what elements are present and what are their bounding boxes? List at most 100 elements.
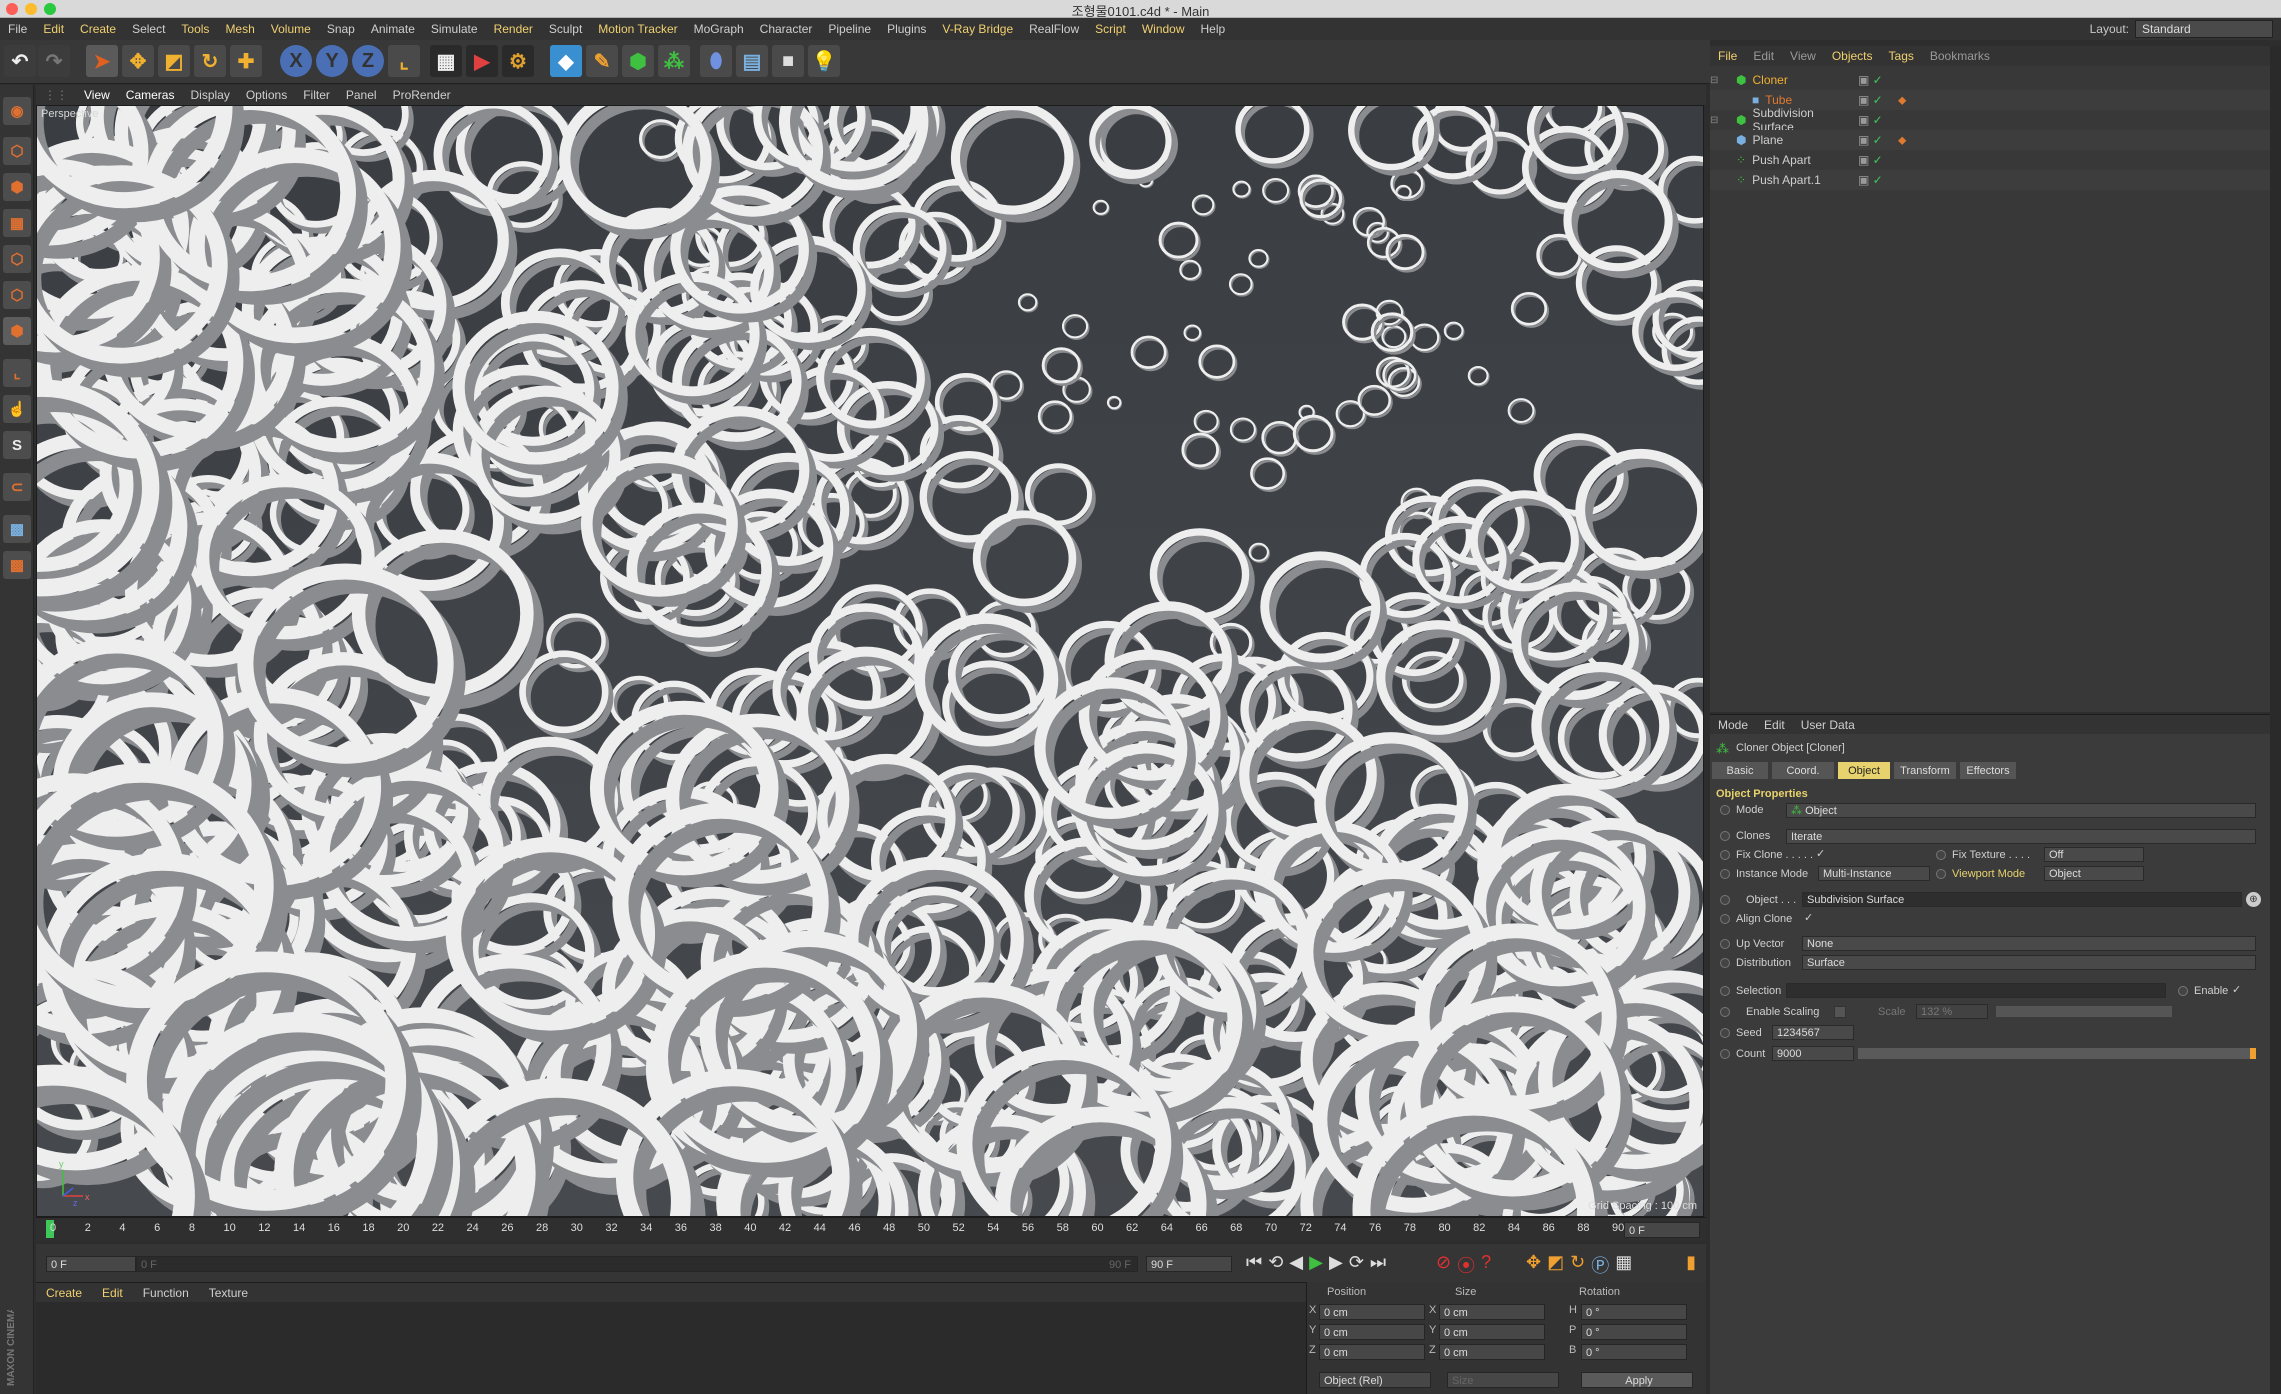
tab-basic[interactable]: Basic bbox=[1712, 762, 1768, 779]
previous-key-icon[interactable]: ⟲ bbox=[1268, 1252, 1283, 1273]
next-key-icon[interactable]: ⟳ bbox=[1349, 1252, 1364, 1273]
key-scale-icon[interactable]: ◩ bbox=[1547, 1252, 1564, 1278]
menu-character[interactable]: Character bbox=[752, 22, 821, 36]
clones-radio[interactable] bbox=[1720, 831, 1730, 841]
menu-animate[interactable]: Animate bbox=[363, 22, 423, 36]
next-frame-icon[interactable]: ▶ bbox=[1329, 1252, 1343, 1273]
tab-effectors[interactable]: Effectors bbox=[1960, 762, 2016, 779]
menu-mesh[interactable]: Mesh bbox=[217, 22, 262, 36]
key-pla-icon[interactable]: ▦ bbox=[1615, 1252, 1632, 1278]
selection-field[interactable] bbox=[1786, 983, 2166, 998]
material-menu-edit[interactable]: Edit bbox=[92, 1286, 133, 1300]
pen-icon[interactable]: ✎ bbox=[586, 45, 618, 77]
menu-motion-tracker[interactable]: Motion Tracker bbox=[590, 22, 685, 36]
object-row[interactable]: ⁘ Push Apart.1 ▣ ✓ bbox=[1710, 170, 2270, 190]
fix-texture-select[interactable]: Off bbox=[2044, 847, 2144, 862]
count-slider[interactable] bbox=[1858, 1048, 2256, 1059]
fix-texture-radio[interactable] bbox=[1936, 850, 1946, 860]
autokey-icon[interactable]: ⦿ bbox=[1457, 1252, 1475, 1278]
viewport-menu-panel[interactable]: Panel bbox=[338, 88, 385, 102]
object-link-field[interactable]: Subdivision Surface bbox=[1802, 892, 2242, 907]
key-parameter-icon[interactable]: Ⓟ bbox=[1591, 1252, 1609, 1278]
count-radio[interactable] bbox=[1720, 1049, 1730, 1059]
up-vector-radio[interactable] bbox=[1720, 939, 1730, 949]
viewport-menu-options[interactable]: Options bbox=[238, 88, 295, 102]
menu-select[interactable]: Select bbox=[124, 22, 173, 36]
key-position-icon[interactable]: ✥ bbox=[1526, 1252, 1541, 1278]
scale-field[interactable]: 132 % bbox=[1916, 1004, 1988, 1019]
size-field[interactable]: 0 cm bbox=[1439, 1324, 1545, 1340]
pick-object-icon[interactable]: ⊕ bbox=[2246, 892, 2261, 907]
size-field[interactable]: 0 cm bbox=[1439, 1344, 1545, 1360]
count-slider-handle[interactable] bbox=[2250, 1048, 2256, 1059]
render-view-icon[interactable]: ▦ bbox=[430, 45, 462, 77]
fix-clone-checkbox[interactable]: ✓ bbox=[1816, 847, 1825, 860]
object-menu-objects[interactable]: Objects bbox=[1824, 49, 1881, 63]
visibility-toggles[interactable]: ▣ ✓ bbox=[1858, 173, 1883, 187]
attribute-menu-mode[interactable]: Mode bbox=[1710, 718, 1756, 732]
viewport-mode-select[interactable]: Object bbox=[2044, 866, 2144, 881]
locked-workplane-icon[interactable]: ▩ bbox=[3, 551, 31, 579]
material-tag-icon[interactable]: ⬥ bbox=[1898, 93, 1906, 108]
visibility-toggles[interactable]: ▣ ✓ bbox=[1858, 133, 1883, 147]
coordinate-mode-select[interactable]: Object (Rel) bbox=[1319, 1372, 1431, 1388]
workplane-icon[interactable]: ▦ bbox=[3, 209, 31, 237]
material-manager-panel[interactable] bbox=[36, 1302, 1306, 1394]
fix-clone-radio[interactable] bbox=[1720, 850, 1730, 860]
clones-select[interactable]: Iterate bbox=[1786, 829, 2256, 844]
y-axis-icon[interactable]: Y bbox=[316, 45, 348, 77]
align-clone-radio[interactable] bbox=[1720, 914, 1730, 924]
count-field[interactable]: 9000 bbox=[1772, 1046, 1854, 1061]
viewport-mode-radio[interactable] bbox=[1936, 869, 1946, 879]
rotation-field[interactable]: 0 ° bbox=[1581, 1344, 1687, 1360]
x-axis-icon[interactable]: X bbox=[280, 45, 312, 77]
object-menu-edit[interactable]: Edit bbox=[1745, 49, 1782, 63]
menu-simulate[interactable]: Simulate bbox=[423, 22, 486, 36]
edges-mode-icon[interactable]: ⬡ bbox=[3, 281, 31, 309]
start-frame-field[interactable]: 0 F bbox=[46, 1256, 136, 1272]
mode-select[interactable]: ⁂ Object bbox=[1786, 803, 2256, 818]
menu-render[interactable]: Render bbox=[486, 22, 541, 36]
redo-icon[interactable]: ↷ bbox=[38, 45, 70, 77]
solo-mode-icon[interactable]: S bbox=[3, 431, 31, 459]
object-row[interactable]: ⊟ ⬢ Cloner ▣ ✓ bbox=[1710, 70, 2270, 90]
visibility-toggles[interactable]: ▣ ✓ bbox=[1858, 73, 1883, 87]
object-row[interactable]: ⁘ Push Apart ▣ ✓ bbox=[1710, 150, 2270, 170]
mode-radio[interactable] bbox=[1720, 805, 1730, 815]
current-frame-field[interactable]: 0 F bbox=[1624, 1222, 1700, 1238]
attribute-menu-edit[interactable]: Edit bbox=[1756, 718, 1793, 732]
instance-mode-select[interactable]: Multi-Instance bbox=[1818, 866, 1930, 881]
rotation-field[interactable]: 0 ° bbox=[1581, 1304, 1687, 1320]
subdivision-icon[interactable]: ⬢ bbox=[622, 45, 654, 77]
menu-create[interactable]: Create bbox=[72, 22, 124, 36]
scale-slider[interactable] bbox=[1996, 1006, 2172, 1017]
object-row[interactable]: ⬢ Plane ▣ ✓ ⬥ bbox=[1710, 130, 2270, 150]
size-mode-select[interactable]: Size bbox=[1447, 1372, 1559, 1388]
seed-field[interactable]: 1234567 bbox=[1772, 1025, 1854, 1040]
size-field[interactable]: 0 cm bbox=[1439, 1304, 1545, 1320]
attribute-menu-user-data[interactable]: User Data bbox=[1793, 718, 1863, 732]
tab-object[interactable]: Object bbox=[1838, 762, 1890, 779]
instance-mode-radio[interactable] bbox=[1720, 869, 1730, 879]
record-icon[interactable]: ⊘ bbox=[1436, 1252, 1451, 1278]
visibility-toggles[interactable]: ▣ ✓ bbox=[1858, 113, 1883, 127]
tab-coord[interactable]: Coord. bbox=[1772, 762, 1834, 779]
points-mode-icon[interactable]: ⬡ bbox=[3, 245, 31, 273]
tweak-mode-icon[interactable]: ☝ bbox=[3, 395, 31, 423]
viewport-menu-display[interactable]: Display bbox=[182, 88, 237, 102]
menu-edit[interactable]: Edit bbox=[35, 22, 72, 36]
layout-select[interactable]: Standard bbox=[2135, 20, 2273, 38]
axis-mode-icon[interactable]: ⌞ bbox=[3, 359, 31, 387]
object-radio[interactable] bbox=[1720, 895, 1730, 905]
make-editable-icon[interactable]: ◉ bbox=[3, 97, 31, 125]
menu-sculpt[interactable]: Sculpt bbox=[541, 22, 590, 36]
plane-grid-icon[interactable]: ▤ bbox=[736, 45, 768, 77]
selection-radio[interactable] bbox=[1720, 986, 1730, 996]
menu-help[interactable]: Help bbox=[1193, 22, 1234, 36]
model-mode-icon[interactable]: ⬡ bbox=[3, 137, 31, 165]
menu-plugins[interactable]: Plugins bbox=[879, 22, 934, 36]
object-menu-bookmarks[interactable]: Bookmarks bbox=[1922, 49, 1998, 63]
z-axis-icon[interactable]: Z bbox=[352, 45, 384, 77]
up-vector-select[interactable]: None bbox=[1802, 936, 2256, 951]
enable-scaling-radio[interactable] bbox=[1720, 1007, 1730, 1017]
